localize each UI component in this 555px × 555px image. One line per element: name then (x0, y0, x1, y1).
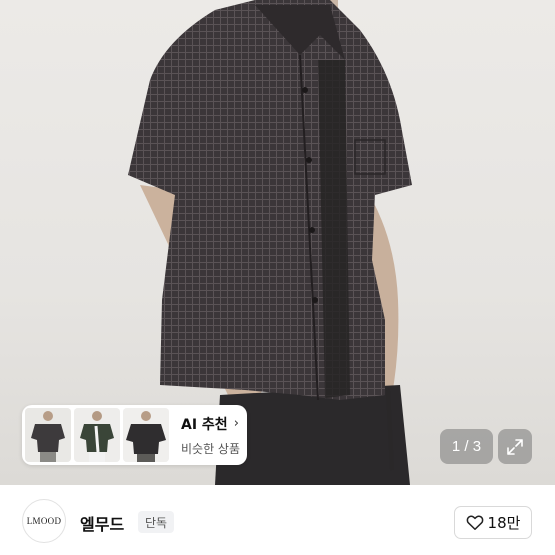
ai-recommend-title: AI 추천 › (181, 414, 240, 434)
similar-product-thumb[interactable] (123, 408, 169, 462)
exclusive-badge: 단독 (138, 511, 175, 533)
similar-product-thumb[interactable] (74, 408, 120, 462)
product-image-gallery[interactable]: AI 추천 › 비슷한 상품 1 / 3 (0, 0, 555, 485)
brand-name-link[interactable]: 엘무드 (80, 511, 124, 535)
brand-logo[interactable]: LMOOD (22, 499, 66, 543)
expand-arrows-icon (507, 438, 523, 455)
image-page-indicator: 1 / 3 (440, 429, 493, 464)
heart-outline-icon (466, 515, 483, 530)
chevron-right-icon: › (233, 416, 239, 431)
expand-image-button[interactable] (498, 429, 532, 464)
ai-title-label: AI 추천 (181, 416, 228, 433)
like-count: 18만 (487, 514, 521, 532)
ai-recommend-subtitle: 비슷한 상품 (181, 441, 241, 456)
like-button[interactable]: 18만 (454, 506, 532, 539)
ai-recommend-card[interactable]: AI 추천 › 비슷한 상품 (22, 405, 247, 465)
ai-recommend-text[interactable]: AI 추천 › 비슷한 상품 (181, 414, 240, 457)
similar-product-thumb[interactable] (25, 408, 71, 462)
